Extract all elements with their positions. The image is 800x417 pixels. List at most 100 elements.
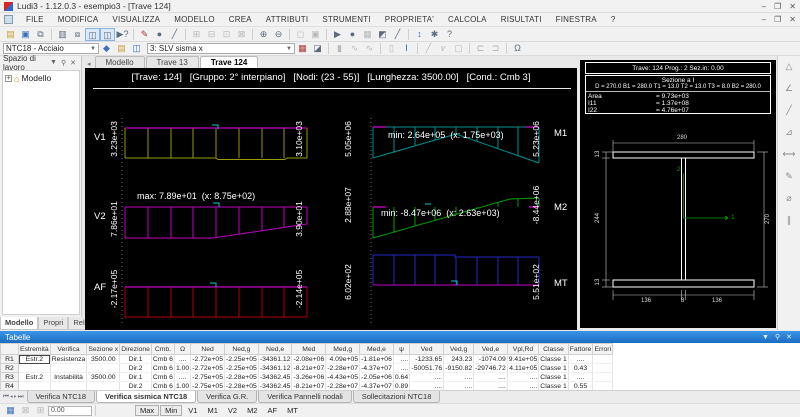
settings-icon[interactable]: ✱ (427, 28, 442, 41)
table-cell[interactable]: Classe 1 (538, 381, 569, 390)
table-cell[interactable]: -2.28e+07 (325, 363, 361, 373)
close-panel-icon[interactable]: ✕ (68, 59, 78, 67)
table-cell[interactable]: R2 (0, 363, 19, 373)
column-header[interactable]: Ω (173, 343, 192, 355)
table-cell[interactable]: Dir.1 (119, 354, 152, 364)
open-icon[interactable]: ▤ (3, 28, 18, 41)
table-cell[interactable]: -4.43e+05 (325, 372, 361, 382)
table-cell[interactable]: -2.25e+05 (224, 363, 259, 373)
table-cell[interactable]: -2.05e+06 (359, 372, 394, 382)
table-cell[interactable]: .... (567, 354, 594, 364)
pencil-tool-icon[interactable]: ✎ (782, 170, 797, 183)
table-cell[interactable]: 9.41e+05 (506, 354, 540, 364)
table-cell[interactable]: R4 (0, 381, 19, 390)
stress-icon[interactable]: ╱ (421, 42, 436, 55)
column-header[interactable]: Ved,g (443, 343, 475, 355)
table-cell[interactable]: .... (173, 354, 192, 364)
table-cell[interactable]: .... (392, 354, 411, 364)
table-cell[interactable]: -34361.12 (257, 363, 293, 373)
column-header[interactable]: Ned,e (257, 343, 293, 355)
table-cell[interactable]: Dir.2 (119, 363, 152, 373)
table-cell[interactable]: -50051.76 (409, 363, 445, 373)
draw-node-icon[interactable]: ✎ (137, 28, 152, 41)
table-cell[interactable]: Cmb 6 (150, 354, 175, 364)
report-icon[interactable]: ▤ (114, 42, 129, 55)
diameter-tool-icon[interactable]: ⌀ (782, 192, 797, 205)
save-icon[interactable]: ▣ (18, 28, 33, 41)
menu-strumenti[interactable]: STRUMENTI (315, 15, 377, 24)
mode-shape-icon[interactable]: 𝜈 (436, 42, 451, 55)
child-close-icon[interactable]: ✕ (789, 15, 796, 24)
table-cell[interactable]: 3500.00 (86, 372, 121, 382)
table-cell[interactable]: Dir.1 (119, 372, 152, 382)
column-header[interactable]: Med,e (359, 343, 394, 355)
column-header[interactable]: Ned,g (224, 343, 259, 355)
table-cell[interactable]: .... (506, 381, 540, 390)
mt-button[interactable]: MT (282, 406, 303, 415)
select-all-icon[interactable]: ● (345, 28, 360, 41)
table-cell[interactable]: .... (409, 381, 445, 390)
child-restore-icon[interactable]: ❐ (774, 15, 781, 24)
menu-proprieta[interactable]: PROPRIETA' (378, 15, 441, 24)
menu-file[interactable]: FILE (19, 15, 51, 24)
table-cell[interactable]: -2.75e+05 (190, 381, 225, 390)
norm-combo[interactable]: NTC18 - Acciaio ▼ (3, 43, 99, 54)
table-cell[interactable]: 0.89 (392, 381, 411, 390)
draw-beam-icon[interactable]: ● (152, 28, 167, 41)
envelope-icon[interactable]: ◪ (310, 42, 325, 55)
doc-tab-trave13[interactable]: Trave 13 (145, 56, 199, 68)
table-cell[interactable]: 1.00 (173, 363, 192, 373)
table-cell[interactable]: 0.55 (567, 381, 594, 390)
column-header[interactable]: Errori (592, 343, 614, 355)
table-cell[interactable]: Cmb 6 (150, 363, 175, 373)
tab-sollecitazioni-ntc18[interactable]: Sollecitazioni NTC18 (352, 391, 441, 403)
shear-diagram-icon[interactable]: ∿ (347, 42, 362, 55)
menu-calcola[interactable]: CALCOLA (441, 15, 494, 24)
deformed-icon[interactable]: ▯ (384, 42, 399, 55)
table-cell[interactable]: 3500.00 (86, 354, 121, 364)
table-cell[interactable]: R1 (0, 354, 19, 364)
menu-crea[interactable]: CREA (222, 15, 259, 24)
table-cell[interactable]: -2.28e+05 (224, 381, 259, 390)
print-icon[interactable]: ▥ (55, 28, 70, 41)
column-header[interactable]: Vpl,Rd (506, 343, 540, 355)
preview-icon[interactable]: ⧈ (70, 28, 85, 41)
dimension-tool-icon[interactable]: ⟷ (782, 148, 797, 161)
tabelle-pin-icon[interactable]: ⚲ (772, 333, 783, 341)
tab-verifica-gr[interactable]: Verifica G.R. (197, 391, 258, 403)
table-cell[interactable]: -34362.45 (257, 372, 293, 382)
table-cell[interactable]: -2.75e+05 (190, 372, 225, 382)
menu-modifica[interactable]: MODIFICA (51, 15, 106, 24)
sigma-icon[interactable]: ⊠ (18, 404, 33, 417)
line-tool-icon[interactable]: ╱ (782, 104, 797, 117)
combination-icon[interactable]: ▦ (295, 42, 310, 55)
table-cell[interactable]: Classe 1 (538, 354, 569, 364)
table-cell[interactable]: -29746.72 (473, 363, 508, 373)
doc-tab-trave124[interactable]: Trave 124 (199, 56, 259, 68)
v2-button[interactable]: V2 (223, 406, 242, 415)
column-header[interactable]: Med,g (325, 343, 361, 355)
load-case-combo[interactable]: 3: SLV sisma x ▼ (147, 43, 295, 54)
restore-icon[interactable]: ❐ (774, 2, 781, 11)
menu-attributi[interactable]: ATTRIBUTI (259, 15, 316, 24)
column-header[interactable] (0, 343, 19, 355)
column-header[interactable]: Classe (538, 343, 569, 355)
table-cell[interactable] (592, 354, 614, 364)
help-icon[interactable]: ? (442, 28, 457, 41)
table-cell[interactable] (18, 381, 51, 390)
ruler-tool-icon[interactable]: ⊿ (782, 126, 797, 139)
menu-help[interactable]: ? (604, 15, 623, 24)
tab-verifica-pannelli-nodali[interactable]: Verifica Pannelli nodali (258, 391, 352, 403)
render-icon[interactable]: ◩ (375, 28, 390, 41)
m2-button[interactable]: M2 (242, 406, 262, 415)
rotate-view-icon[interactable]: ◻ (293, 28, 308, 41)
table-cell[interactable]: Cmb 6 (150, 381, 175, 390)
table-cell[interactable]: -2.08e+06 (291, 354, 327, 364)
table-cell[interactable] (592, 381, 614, 390)
column-header[interactable]: Med (291, 343, 327, 355)
moment-diagram-icon[interactable]: ∿ (362, 42, 377, 55)
axial-diagram-icon[interactable]: ▮ (332, 42, 347, 55)
table-cell[interactable]: -2.28e+05 (224, 372, 259, 382)
omega-tool-icon[interactable]: Ω (510, 42, 525, 55)
sheet-nav-icons[interactable]: ⏮◂▸⏭ (0, 391, 27, 401)
